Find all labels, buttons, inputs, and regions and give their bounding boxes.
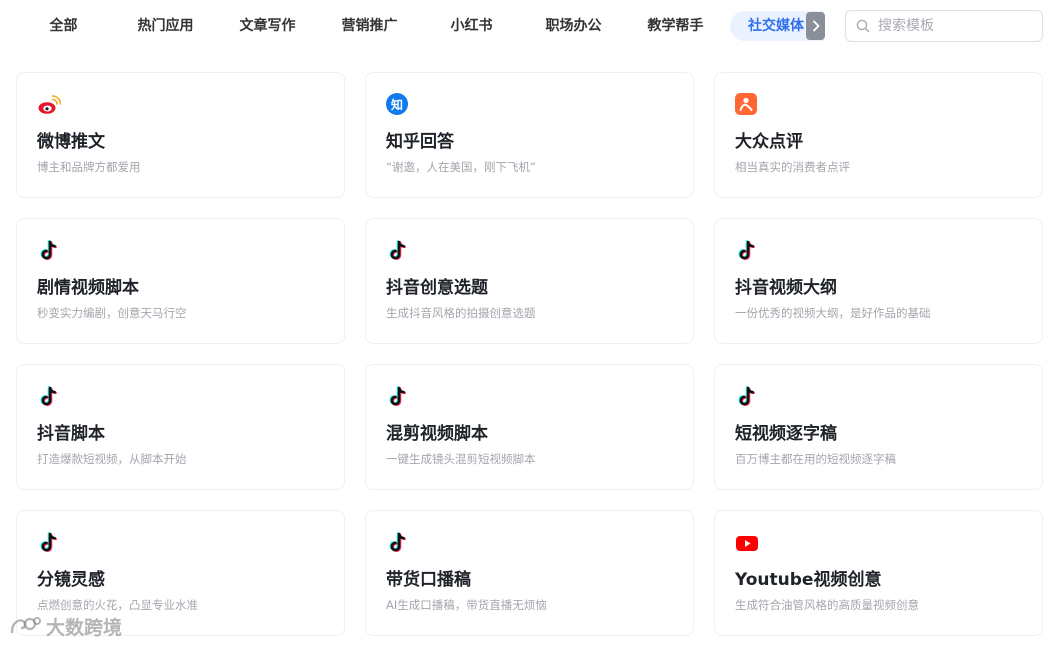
- card-douyin-video-outline[interactable]: 抖音视频大纲 一份优秀的视频大纲，是好作品的基础: [714, 218, 1043, 344]
- card-description: 相当真实的消费者点评: [735, 160, 850, 174]
- search-box[interactable]: [845, 10, 1043, 42]
- watermark-text: 大数跨境: [46, 616, 123, 639]
- card-description: 打造爆款短视频，从脚本开始: [37, 452, 187, 466]
- category-tabs: 全部 热门应用 文章写作 营销推广 小红书 职场办公 教学帮手 社交媒体: [16, 11, 824, 41]
- card-title: Youtube视频创意: [735, 570, 882, 590]
- card-youtube-video-ideas[interactable]: Youtube视频创意 生成符合油管风格的高质量视频创意: [714, 510, 1043, 636]
- card-dianping-review[interactable]: 大众点评 相当真实的消费者点评: [714, 72, 1043, 198]
- tab-all[interactable]: 全部: [16, 11, 111, 41]
- douyin-icon: [386, 385, 410, 409]
- douyin-icon: [386, 531, 410, 555]
- search-icon: [856, 19, 870, 33]
- card-title: 大众点评: [735, 132, 803, 152]
- card-description: 一份优秀的视频大纲，是好作品的基础: [735, 306, 931, 320]
- template-gallery-page: 全部 热门应用 文章写作 营销推广 小红书 职场办公 教学帮手 社交媒体 搜索模…: [0, 0, 1057, 646]
- card-title: 微博推文: [37, 132, 105, 152]
- zhihu-icon: 知: [386, 93, 410, 117]
- douyin-icon: [386, 239, 410, 263]
- douyin-icon: [735, 385, 759, 409]
- card-title: 抖音脚本: [37, 424, 105, 444]
- tab-marketing[interactable]: 营销推广: [322, 11, 417, 41]
- card-description: 生成符合油管风格的高质量视频创意: [735, 598, 919, 612]
- dianping-icon: [735, 93, 759, 117]
- card-description: 博主和品牌方都爱用: [37, 160, 141, 174]
- watermark-logo-icon: [10, 617, 41, 634]
- card-title: 分镜灵感: [37, 570, 105, 590]
- card-description: 秒变实力编剧，创意天马行空: [37, 306, 187, 320]
- card-douyin-topic-ideas[interactable]: 抖音创意选题 生成抖音风格的拍摄创意选题: [365, 218, 694, 344]
- tab-popular-apps[interactable]: 热门应用: [118, 11, 213, 41]
- card-title: 抖音视频大纲: [735, 278, 837, 298]
- zhihu-icon-badge: 知: [386, 93, 408, 115]
- card-title: 混剪视频脚本: [386, 424, 488, 444]
- tab-article-writing[interactable]: 文章写作: [220, 11, 315, 41]
- card-short-video-transcript[interactable]: 短视频逐字稿 百万博主都在用的短视频逐字稿: [714, 364, 1043, 490]
- chevron-right-icon: [812, 20, 819, 32]
- tab-teaching[interactable]: 教学帮手: [628, 11, 723, 41]
- card-weibo-post[interactable]: 微博推文 博主和品牌方都爱用: [16, 72, 345, 198]
- tab-xiaohongshu[interactable]: 小红书: [424, 11, 519, 41]
- card-title: 带货口播稿: [386, 570, 471, 590]
- top-bar: 全部 热门应用 文章写作 营销推广 小红书 职场办公 教学帮手 社交媒体: [0, 0, 1057, 54]
- douyin-icon: [37, 531, 61, 555]
- card-description: 百万博主都在用的短视频逐字稿: [735, 452, 896, 466]
- card-drama-video-script[interactable]: 剧情视频脚本 秒变实力编剧，创意天马行空: [16, 218, 345, 344]
- card-title: 短视频逐字稿: [735, 424, 837, 444]
- card-description: AI生成口播稿，带货直播无烦恼: [386, 598, 547, 612]
- tabs-scroll-right-button[interactable]: [806, 12, 825, 40]
- douyin-icon: [37, 385, 61, 409]
- card-zhihu-answer[interactable]: 知 知乎回答 “谢邀，人在美国，刚下飞机”: [365, 72, 694, 198]
- card-description: 生成抖音风格的拍摄创意选题: [386, 306, 536, 320]
- card-description: “谢邀，人在美国，刚下飞机”: [386, 160, 536, 174]
- card-description: 点燃创意的火花，凸显专业水准: [37, 598, 198, 612]
- card-title: 知乎回答: [386, 132, 454, 152]
- douyin-icon: [735, 239, 759, 263]
- youtube-icon: [735, 531, 759, 555]
- card-mashup-video-script[interactable]: 混剪视频脚本 一键生成镜头混剪短视频脚本: [365, 364, 694, 490]
- weibo-icon: [37, 93, 62, 117]
- search-input[interactable]: [878, 18, 1038, 34]
- tab-office[interactable]: 职场办公: [526, 11, 621, 41]
- douyin-icon: [37, 239, 61, 263]
- card-title: 剧情视频脚本: [37, 278, 139, 298]
- watermark: 大数跨境: [8, 612, 122, 640]
- card-livestream-sales-script[interactable]: 带货口播稿 AI生成口播稿，带货直播无烦恼: [365, 510, 694, 636]
- card-description: 一键生成镜头混剪短视频脚本: [386, 452, 536, 466]
- card-douyin-script[interactable]: 抖音脚本 打造爆款短视频，从脚本开始: [16, 364, 345, 490]
- card-title: 抖音创意选题: [386, 278, 488, 298]
